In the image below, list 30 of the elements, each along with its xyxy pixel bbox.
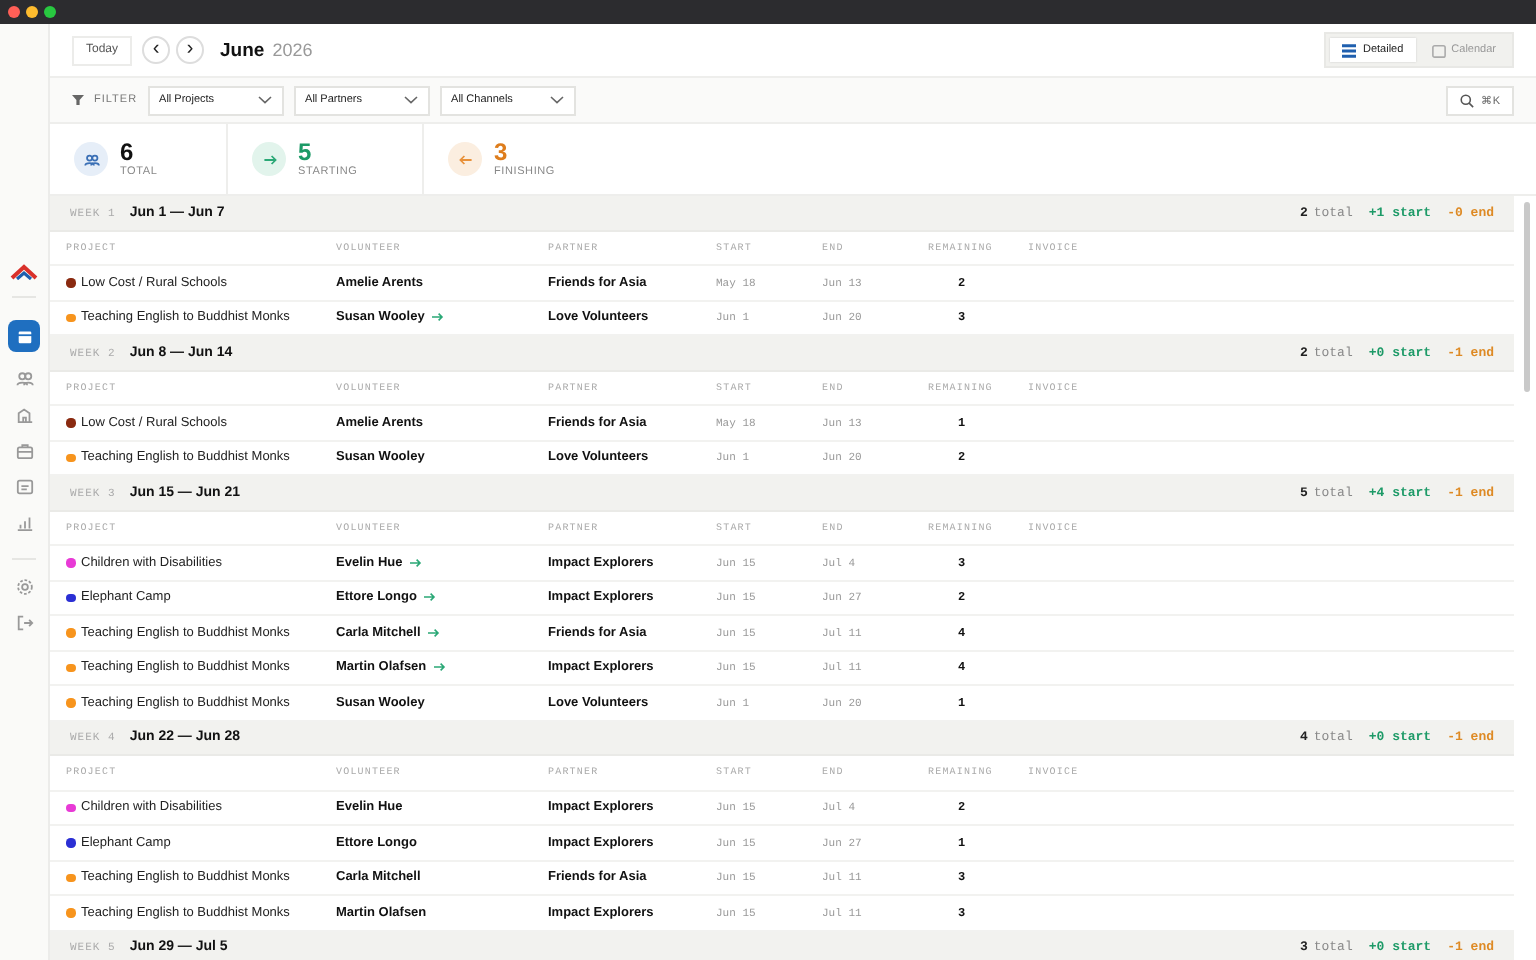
chart-icon	[15, 513, 33, 531]
building-icon	[15, 405, 33, 423]
calendar-icon	[15, 327, 33, 345]
logout-icon	[15, 613, 33, 631]
calendar-icon	[1431, 43, 1446, 57]
year-label: 2026	[272, 40, 313, 60]
settings-icon	[15, 577, 33, 595]
stat-value: 3	[494, 140, 510, 166]
logo-icon[interactable]	[10, 264, 38, 280]
maximize-button[interactable]	[44, 6, 56, 18]
briefcase-icon	[15, 441, 33, 459]
search-icon	[1460, 93, 1475, 107]
month-title: June	[220, 39, 265, 61]
chevron-down-icon	[403, 96, 418, 104]
total-stat-icon	[74, 142, 108, 176]
starting-stat-icon	[252, 142, 286, 176]
filter-icon	[72, 94, 84, 106]
next-month-button[interactable]: ›	[176, 36, 205, 64]
stat-value: 6	[120, 140, 136, 166]
previous-month-button[interactable]: ‹	[142, 36, 171, 64]
message-icon	[15, 477, 33, 495]
stat-value: 5	[298, 140, 314, 166]
chevron-down-icon	[257, 96, 272, 104]
list-icon	[1342, 43, 1357, 57]
close-button[interactable]	[8, 6, 20, 18]
finishing-stat-icon	[448, 142, 482, 176]
calendar-nav-button[interactable]	[8, 320, 40, 352]
people-icon	[15, 369, 33, 387]
chevron-down-icon	[549, 96, 564, 104]
minimize-button[interactable]	[26, 6, 38, 18]
